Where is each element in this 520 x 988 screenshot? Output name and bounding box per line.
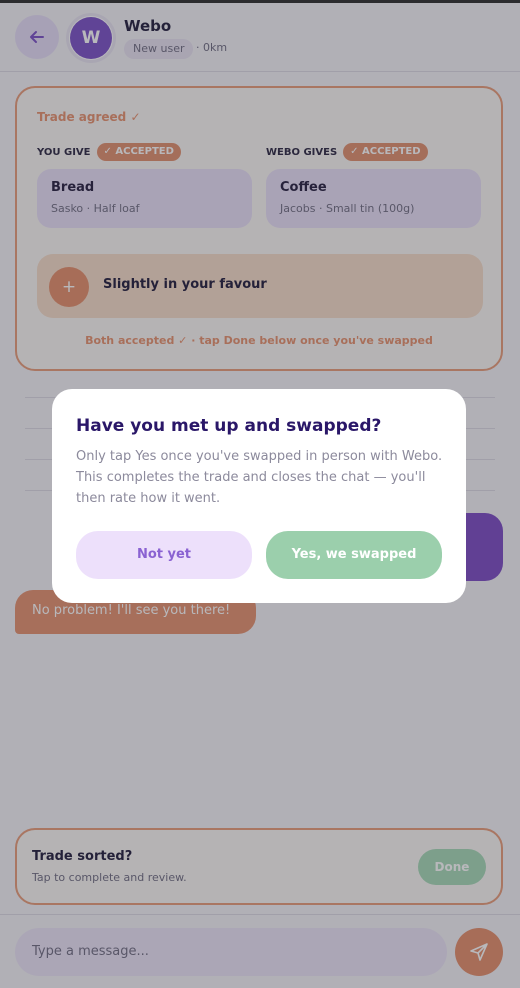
modal-body: Only tap Yes once you've swapped in pers…	[76, 449, 443, 506]
not-yet-button[interactable]: Not yet	[76, 531, 252, 579]
modal-title: Have you met up and swapped?	[76, 416, 382, 436]
confirm-swap-modal: Have you met up and swapped? Only tap Ye…	[52, 389, 466, 603]
yes-swapped-button[interactable]: Yes, we swapped	[266, 531, 442, 579]
